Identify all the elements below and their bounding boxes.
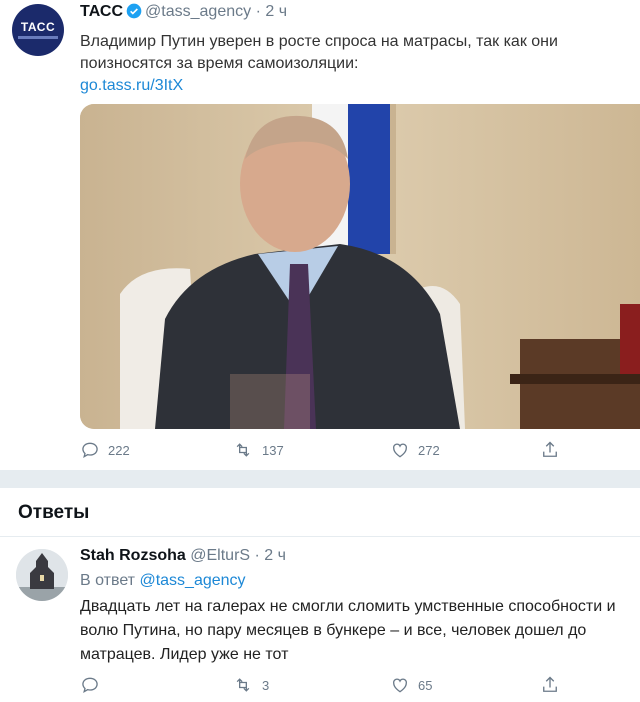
reply-author-handle[interactable]: @ElturS: [190, 547, 250, 564]
reply-like-count: 65: [418, 677, 433, 693]
tweet-text: Владимир Путин уверен в росте спроса на …: [80, 31, 620, 97]
reply-share-action[interactable]: [540, 675, 560, 695]
like-count: 272: [418, 442, 440, 458]
reply-to-prefix: В ответ: [80, 572, 136, 589]
avatar-stripe: [18, 36, 58, 39]
verified-icon: [126, 3, 142, 24]
like-action[interactable]: 272: [390, 440, 440, 460]
tass-avatar[interactable]: ТАСС: [12, 4, 64, 56]
photo-illustration: [80, 104, 640, 429]
avatar-logo-text: ТАСС: [20, 20, 56, 34]
tweet: ТАСС ТАСС @tass_agency · 2 ч Владимир Пут…: [0, 0, 640, 468]
reply-to-line: В ответ @tass_agency: [80, 572, 246, 590]
retweet-icon: [232, 440, 254, 460]
comment-icon: [80, 675, 100, 695]
retweet-action[interactable]: 137: [232, 440, 284, 460]
dot-separator: ·: [255, 3, 261, 20]
replies-heading: Ответы: [18, 502, 90, 523]
reply-avatar-image: [16, 549, 68, 601]
share-icon: [540, 440, 560, 460]
reply-like-action[interactable]: 65: [390, 675, 432, 695]
reply-action[interactable]: 222: [80, 440, 130, 460]
reply-time[interactable]: 2 ч: [264, 547, 286, 564]
reply-count: 222: [108, 442, 130, 458]
reply-to-handle[interactable]: @tass_agency: [139, 572, 245, 589]
retweet-count: 137: [262, 442, 284, 458]
share-icon: [540, 675, 560, 695]
reply-retweet-action[interactable]: 3: [232, 675, 269, 695]
reply-header: Stah Rozsoha @ElturS · 2 ч: [80, 547, 286, 565]
heart-icon: [390, 440, 410, 460]
share-action[interactable]: [540, 440, 560, 460]
tweet-header: ТАСС @tass_agency · 2 ч: [80, 3, 287, 24]
comment-icon: [80, 440, 100, 460]
reply-tweet: Stah Rozsoha @ElturS · 2 ч В ответ @tass…: [0, 537, 640, 702]
retweet-icon: [232, 675, 254, 695]
section-separator: [0, 470, 640, 488]
reply-avatar[interactable]: [16, 549, 68, 601]
reply-text: Двадцать лет на галерах не смогли сломит…: [80, 598, 616, 663]
tweet-body: Владимир Путин уверен в росте спроса на …: [80, 33, 558, 72]
reply-dot-separator: ·: [254, 547, 260, 564]
reply-author-name[interactable]: Stah Rozsoha: [80, 547, 186, 564]
author-name[interactable]: ТАСС: [80, 3, 123, 20]
heart-icon: [390, 675, 410, 695]
author-handle[interactable]: @tass_agency: [145, 3, 251, 20]
reply-retweet-count: 3: [262, 677, 270, 693]
reply-reply-action[interactable]: [80, 675, 100, 695]
tweet-photo[interactable]: [80, 104, 640, 429]
tweet-link[interactable]: go.tass.ru/3ItX: [80, 77, 183, 94]
tweet-time[interactable]: 2 ч: [265, 3, 287, 20]
